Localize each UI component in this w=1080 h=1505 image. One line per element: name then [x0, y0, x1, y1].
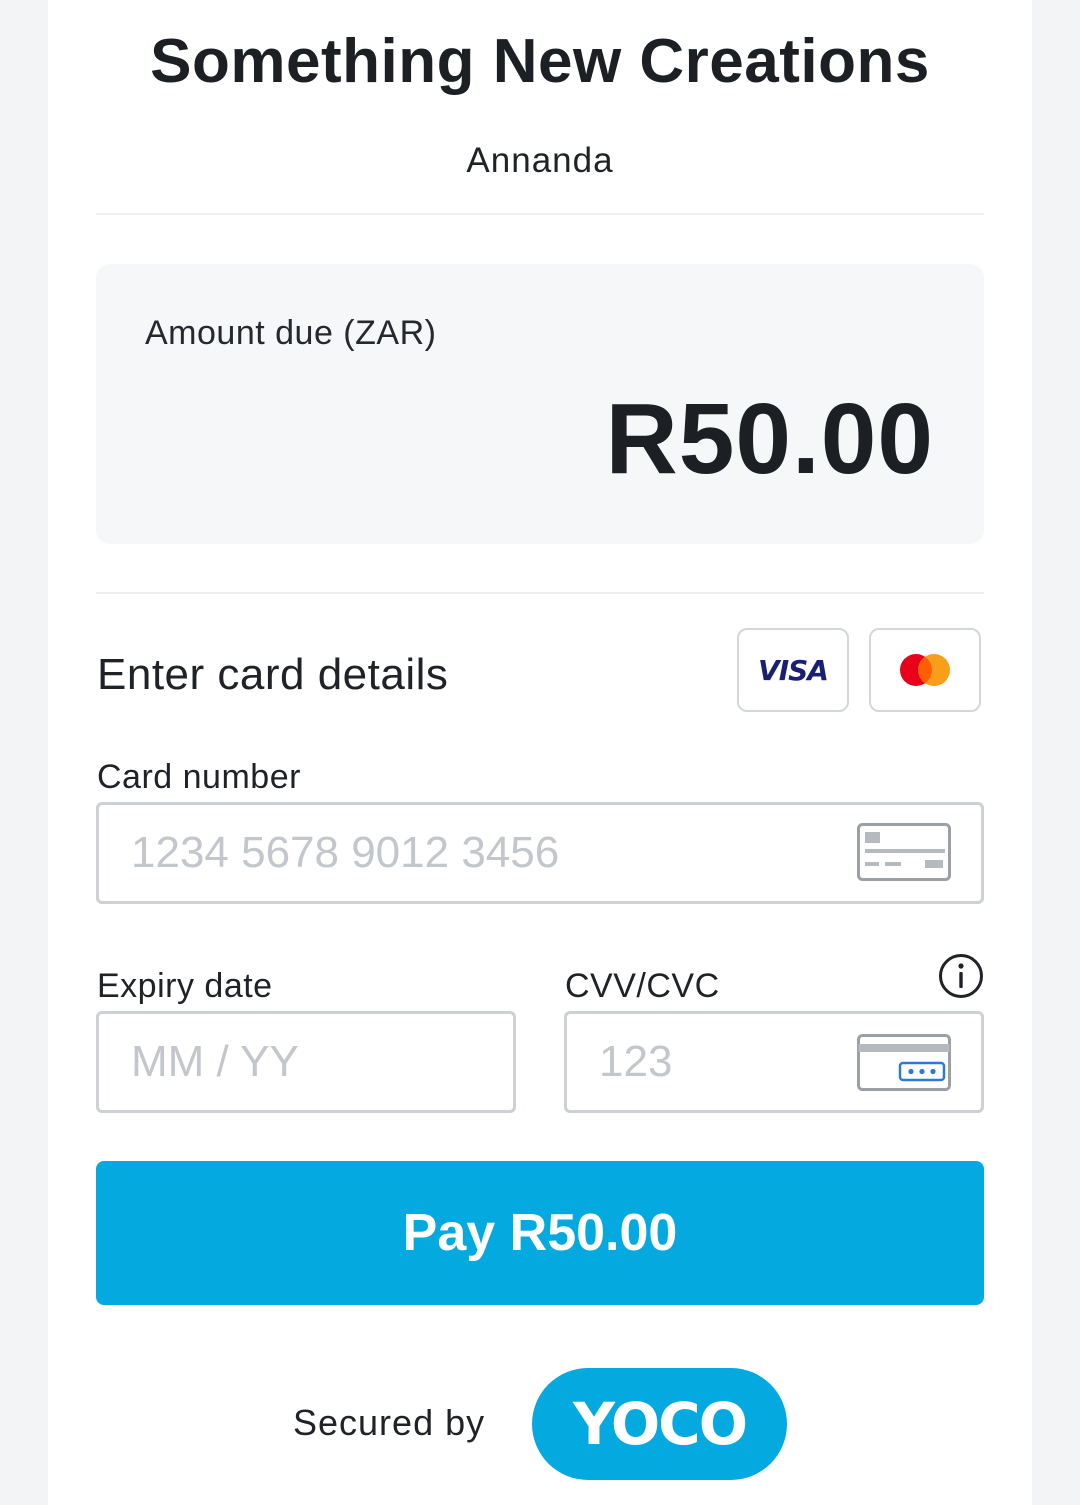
divider [96, 592, 984, 594]
info-icon[interactable] [938, 953, 984, 999]
cvv-label: CVV/CVC [565, 967, 720, 1005]
secured-by-label: Secured by [293, 1402, 486, 1443]
merchant-subname: Annanda [466, 141, 614, 180]
merchant-name: Something New Creations [150, 27, 930, 96]
credit-card-icon [857, 823, 951, 881]
visa-logo: VISA [758, 653, 829, 687]
checkout-panel: Something New Creations Annanda Amount d… [48, 0, 1032, 1505]
mastercard-logo [900, 654, 950, 686]
expiry-date-field-box [96, 1011, 516, 1113]
card-number-field-box [96, 802, 984, 904]
pay-button[interactable]: Pay R50.00 [96, 1161, 984, 1305]
card-number-label: Card number [97, 758, 301, 796]
card-number-input[interactable] [131, 805, 749, 901]
cvv-input[interactable] [599, 1014, 889, 1110]
amount-due-value: R50.00 [605, 383, 934, 495]
amount-due-box: Amount due (ZAR) R50.00 [96, 264, 984, 544]
divider [96, 213, 984, 215]
card-back-cvv-icon [857, 1034, 951, 1091]
expiry-date-label: Expiry date [97, 967, 273, 1005]
amount-due-label: Amount due (ZAR) [145, 314, 437, 352]
mastercard-badge [869, 628, 981, 712]
yoco-logo-text: YOCO [572, 1390, 748, 1458]
card-details-title: Enter card details [97, 650, 449, 699]
yoco-logo: YOCO [532, 1368, 787, 1480]
expiry-date-input[interactable] [131, 1014, 421, 1110]
cvv-field-box [564, 1011, 984, 1113]
visa-badge: VISA [737, 628, 849, 712]
